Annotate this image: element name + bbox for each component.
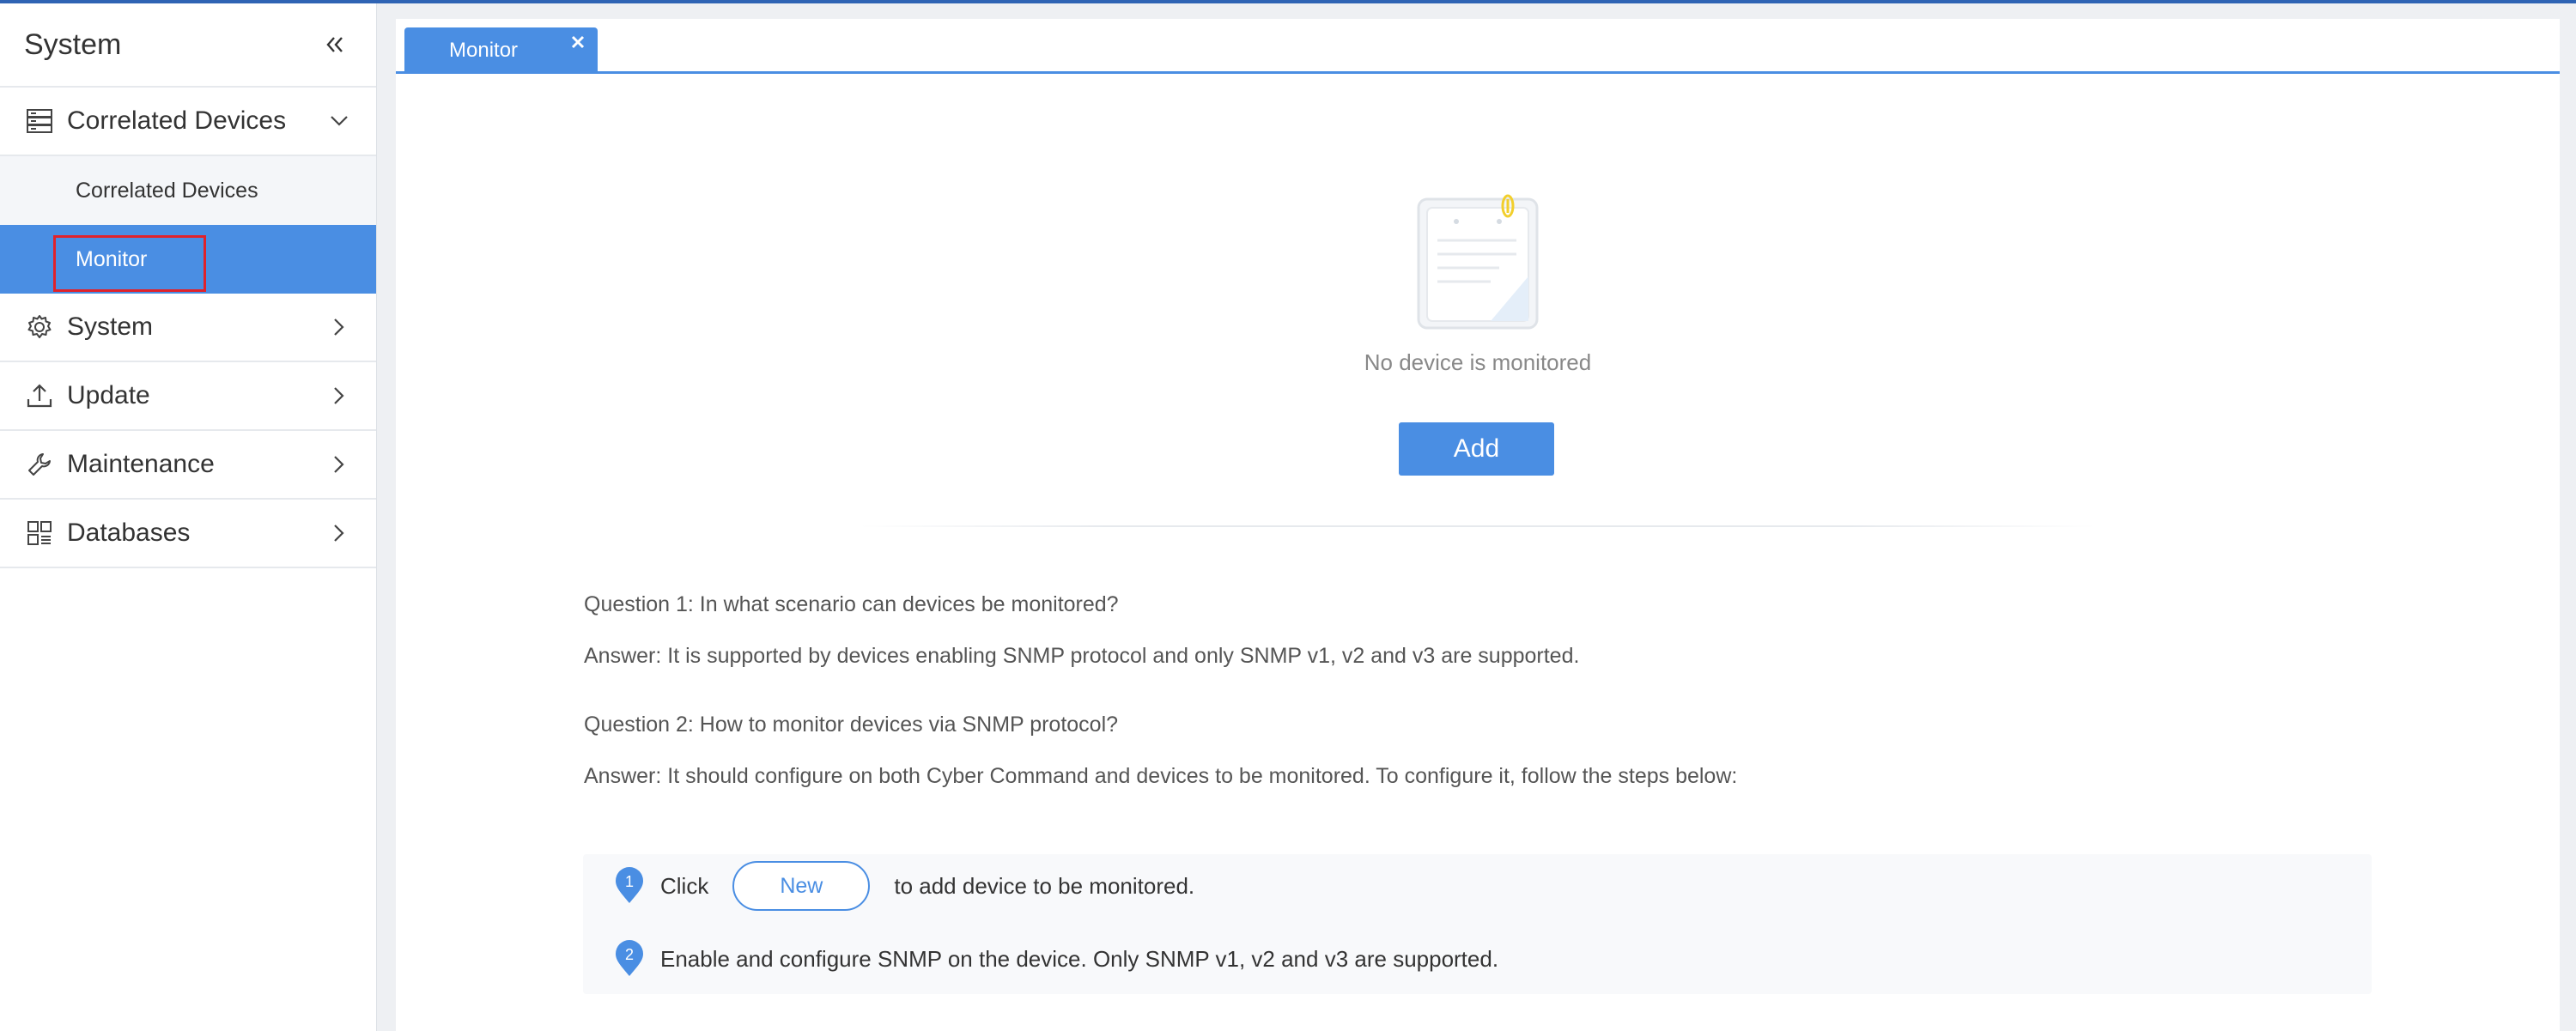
steps-panel: 1 Click New to add device to be monitore…	[583, 854, 2372, 994]
empty-state-message: No device is monitored	[1364, 349, 1592, 375]
step-1-suffix: to add device to be monitored.	[894, 872, 1195, 899]
wrench-icon	[24, 449, 55, 480]
faq-question-2: Question 2: How to monitor devices via S…	[584, 713, 1119, 737]
step-1-prefix: Click	[660, 872, 709, 899]
faq-question-1: Question 1: In what scenario can devices…	[584, 592, 1119, 616]
step-2: 2 Enable and configure SNMP on the devic…	[614, 940, 1498, 978]
sidebar-item-correlated-devices[interactable]: Correlated Devices	[0, 88, 376, 156]
add-button[interactable]: Add	[1399, 422, 1554, 476]
sidebar-item-label: System	[67, 312, 154, 341]
step-2-marker-icon: 2	[616, 940, 643, 976]
tab-label: Monitor	[449, 39, 519, 62]
chevron-right-icon	[326, 520, 352, 546]
step-1-marker-icon: 1	[616, 867, 643, 903]
upload-icon	[24, 380, 55, 411]
svg-text:1: 1	[625, 873, 634, 890]
empty-notepad-icon	[1417, 194, 1539, 330]
sidebar-item-label: Correlated Devices	[67, 106, 287, 135]
sidebar-item-label: Databases	[67, 519, 191, 547]
close-icon[interactable]	[567, 31, 589, 53]
server-icon	[24, 106, 55, 136]
sidebar-item-update[interactable]: Update	[0, 362, 376, 431]
sidebar-header: System	[0, 3, 376, 88]
chevron-right-icon	[326, 314, 352, 340]
sidebar-subitem-label: Correlated Devices	[76, 178, 258, 203]
sidebar-item-system[interactable]: System	[0, 294, 376, 362]
new-button[interactable]: New	[732, 861, 871, 911]
top-accent-bar	[0, 0, 2576, 3]
sidebar-subitem-correlated-devices[interactable]: Correlated Devices	[0, 156, 376, 225]
faq-answer-2: Answer: It should configure on both Cybe…	[584, 764, 1738, 788]
svg-text:2: 2	[625, 946, 634, 963]
sidebar-item-maintenance[interactable]: Maintenance	[0, 431, 376, 500]
sidebar-subitem-label: Monitor	[76, 246, 148, 271]
step-2-text: Enable and configure SNMP on the device.…	[660, 945, 1499, 972]
chevron-right-icon	[326, 383, 352, 409]
tab-bar: Monitor	[396, 19, 2560, 74]
chevron-down-icon	[326, 108, 352, 134]
gear-icon	[24, 312, 55, 343]
sidebar-title: System	[24, 27, 122, 61]
sidebar: System Correlated Devices Correlated Dev…	[0, 3, 377, 1031]
collapse-double-chevron-icon[interactable]	[318, 27, 352, 62]
tab-monitor[interactable]: Monitor	[404, 27, 598, 74]
divider	[860, 525, 2096, 527]
grid-icon	[24, 518, 55, 549]
faq-answer-1: Answer: It is supported by devices enabl…	[584, 644, 1580, 668]
chevron-right-icon	[326, 452, 352, 477]
main-panel: Monitor No device is monitored Add Quest…	[396, 19, 2560, 1031]
sidebar-item-label: Update	[67, 381, 150, 409]
sidebar-subitem-monitor[interactable]: Monitor	[0, 225, 376, 294]
sidebar-item-label: Maintenance	[67, 450, 215, 478]
step-1: 1 Click New to add device to be monitore…	[614, 861, 1194, 911]
sidebar-item-databases[interactable]: Databases	[0, 500, 376, 568]
